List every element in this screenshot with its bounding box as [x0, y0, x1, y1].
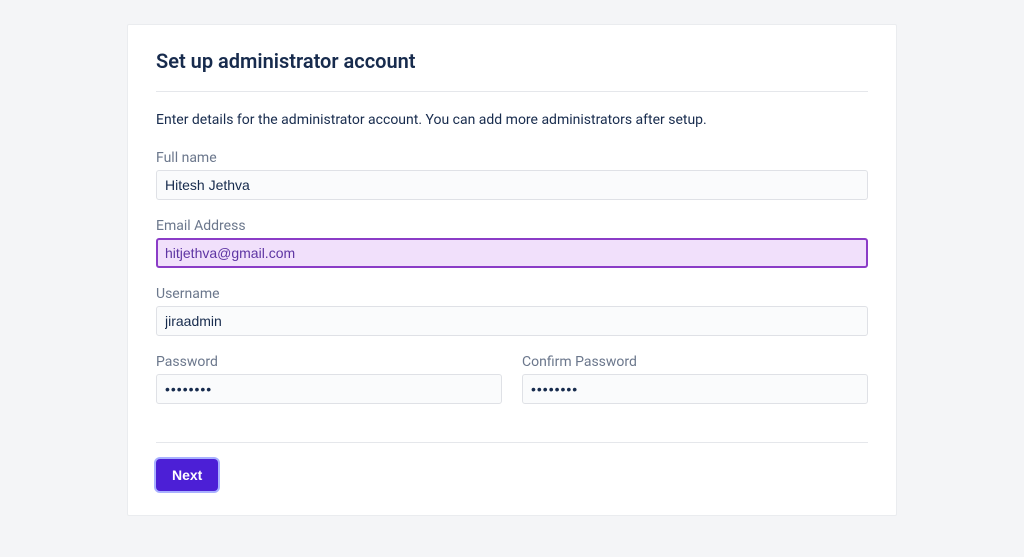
username-group: Username: [156, 286, 868, 336]
confirm-password-group: Confirm Password: [522, 354, 868, 404]
divider: [156, 91, 868, 92]
page-title: Set up administrator account: [156, 49, 868, 73]
fullname-field[interactable]: [156, 170, 868, 200]
fullname-label: Full name: [156, 150, 868, 166]
username-label: Username: [156, 286, 868, 302]
password-field[interactable]: [156, 374, 502, 404]
email-group: Email Address: [156, 218, 868, 268]
confirm-password-field[interactable]: [522, 374, 868, 404]
password-group: Password: [156, 354, 502, 404]
username-field[interactable]: [156, 306, 868, 336]
password-label: Password: [156, 354, 502, 370]
email-field[interactable]: [156, 238, 868, 268]
email-label: Email Address: [156, 218, 868, 234]
page-description: Enter details for the administrator acco…: [156, 112, 868, 128]
confirm-password-label: Confirm Password: [522, 354, 868, 370]
password-row: Password Confirm Password: [156, 354, 868, 422]
divider-bottom: [156, 442, 868, 443]
next-button[interactable]: Next: [156, 459, 218, 491]
fullname-group: Full name: [156, 150, 868, 200]
setup-card: Set up administrator account Enter detai…: [127, 24, 897, 516]
